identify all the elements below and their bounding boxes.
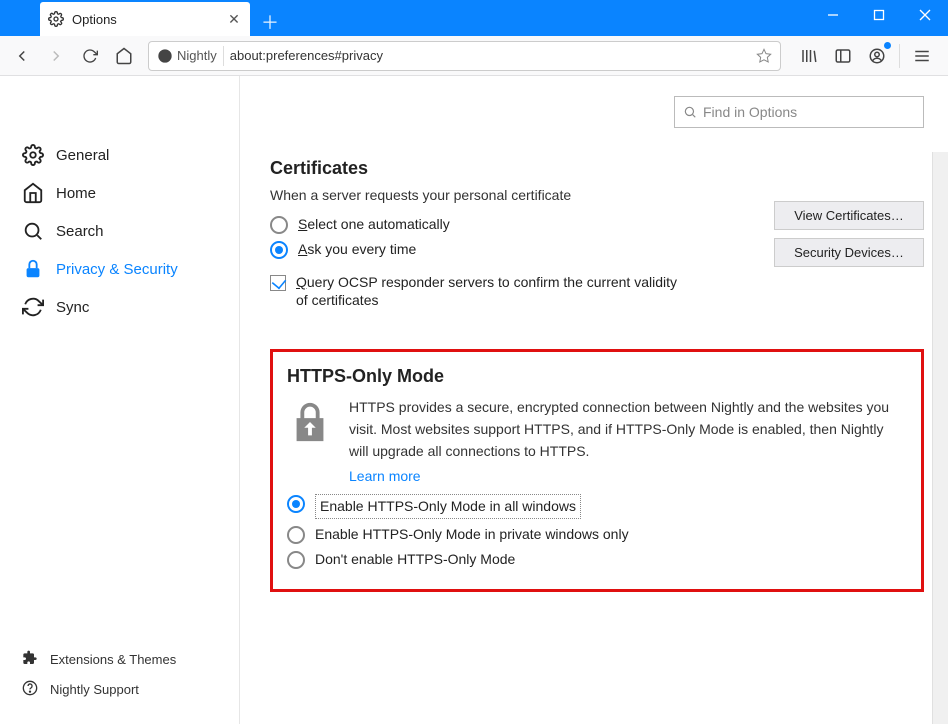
https-option-private[interactable]: Enable HTTPS-Only Mode in private window… xyxy=(287,525,905,544)
option-label: AAsk you every timesk you every time xyxy=(298,240,416,258)
bookmark-star-icon[interactable] xyxy=(756,48,772,64)
radio-icon xyxy=(287,526,305,544)
find-in-options[interactable] xyxy=(674,96,924,128)
profile-button[interactable] xyxy=(861,40,893,72)
gear-icon xyxy=(22,144,44,166)
sidebar-item-label: Privacy & Security xyxy=(56,261,178,278)
https-description: HTTPS provides a secure, encrypted conne… xyxy=(349,397,905,462)
certificates-heading: Certificates xyxy=(270,158,924,179)
url-bar[interactable]: Nightly about:preferences#privacy xyxy=(148,41,781,71)
sidebar-item-privacy[interactable]: Privacy & Security xyxy=(0,250,239,288)
sidebar-item-search[interactable]: Search xyxy=(0,212,239,250)
identity-box[interactable]: Nightly xyxy=(157,46,224,66)
sidebar-item-label: Sync xyxy=(56,299,89,316)
radio-icon xyxy=(270,216,288,234)
window-controls xyxy=(810,0,948,30)
sidebar-item-home[interactable]: Home xyxy=(0,174,239,212)
search-icon xyxy=(683,105,697,119)
https-only-heading: HTTPS-Only Mode xyxy=(287,366,905,387)
https-option-off[interactable]: Don't enable HTTPS-Only Mode xyxy=(287,550,905,569)
back-button[interactable] xyxy=(6,40,38,72)
sidebar-item-label: Search xyxy=(56,223,104,240)
app-menu-button[interactable] xyxy=(906,40,938,72)
sidebar-item-sync[interactable]: Sync xyxy=(0,288,239,326)
sidebar-toggle-button[interactable] xyxy=(827,40,859,72)
option-label: QQuery OCSP responder servers to confirm… xyxy=(296,273,690,309)
library-button[interactable] xyxy=(793,40,825,72)
firefox-icon xyxy=(157,48,173,64)
identity-label: Nightly xyxy=(177,48,217,63)
radio-icon xyxy=(287,495,305,513)
radio-icon xyxy=(287,551,305,569)
scrollbar[interactable] xyxy=(932,152,948,724)
sidebar-item-label: Nightly Support xyxy=(50,682,139,697)
tab-close-button[interactable]: ✕ xyxy=(226,11,242,27)
option-label: Enable HTTPS-Only Mode in private window… xyxy=(315,525,629,543)
minimize-button[interactable] xyxy=(810,0,856,30)
settings-icon xyxy=(48,11,64,27)
category-sidebar: General Home Search Privacy & Security S… xyxy=(0,76,240,724)
maximize-button[interactable] xyxy=(856,0,902,30)
lock-upload-icon xyxy=(287,399,333,445)
title-bar: Options ✕ ＋ xyxy=(0,0,948,36)
https-option-all[interactable]: Enable HTTPS-Only Mode in all windows xyxy=(287,494,905,519)
view-certificates-button[interactable]: View Certificates… xyxy=(774,201,924,230)
sidebar-extensions-themes[interactable]: Extensions & Themes xyxy=(0,644,239,674)
sidebar-nightly-support[interactable]: Nightly Support xyxy=(0,674,239,704)
search-icon xyxy=(22,220,44,242)
url-text: about:preferences#privacy xyxy=(230,48,750,63)
home-icon xyxy=(22,182,44,204)
nav-toolbar: Nightly about:preferences#privacy xyxy=(0,36,948,76)
close-window-button[interactable] xyxy=(902,0,948,30)
option-label: Enable HTTPS-Only Mode in all windows xyxy=(320,498,576,514)
content-pane: View Certificates… Security Devices… Cer… xyxy=(240,76,948,724)
cert-option-ocsp[interactable]: QQuery OCSP responder servers to confirm… xyxy=(270,273,690,309)
lock-icon xyxy=(22,258,44,280)
radio-icon xyxy=(270,241,288,259)
forward-button[interactable] xyxy=(40,40,72,72)
https-only-section: HTTPS-Only Mode HTTPS provides a secure,… xyxy=(270,349,924,592)
help-icon xyxy=(22,680,40,698)
option-label: Don't enable HTTPS-Only Mode xyxy=(315,550,515,568)
learn-more-link[interactable]: Learn more xyxy=(349,468,421,484)
security-devices-button[interactable]: Security Devices… xyxy=(774,238,924,267)
home-button[interactable] xyxy=(108,40,140,72)
sidebar-item-label: Home xyxy=(56,185,96,202)
reload-button[interactable] xyxy=(74,40,106,72)
new-tab-button[interactable]: ＋ xyxy=(256,8,284,36)
checkbox-icon xyxy=(270,275,286,291)
sidebar-item-label: General xyxy=(56,147,109,164)
option-label: SSelect one automaticallyelect one autom… xyxy=(298,215,450,233)
tab-title: Options xyxy=(72,12,226,27)
puzzle-icon xyxy=(22,650,40,668)
preferences-page: General Home Search Privacy & Security S… xyxy=(0,76,948,724)
browser-tab[interactable]: Options ✕ xyxy=(40,2,250,36)
sync-icon xyxy=(22,296,44,318)
find-input[interactable] xyxy=(703,104,915,120)
sidebar-item-label: Extensions & Themes xyxy=(50,652,176,667)
sidebar-item-general[interactable]: General xyxy=(0,136,239,174)
